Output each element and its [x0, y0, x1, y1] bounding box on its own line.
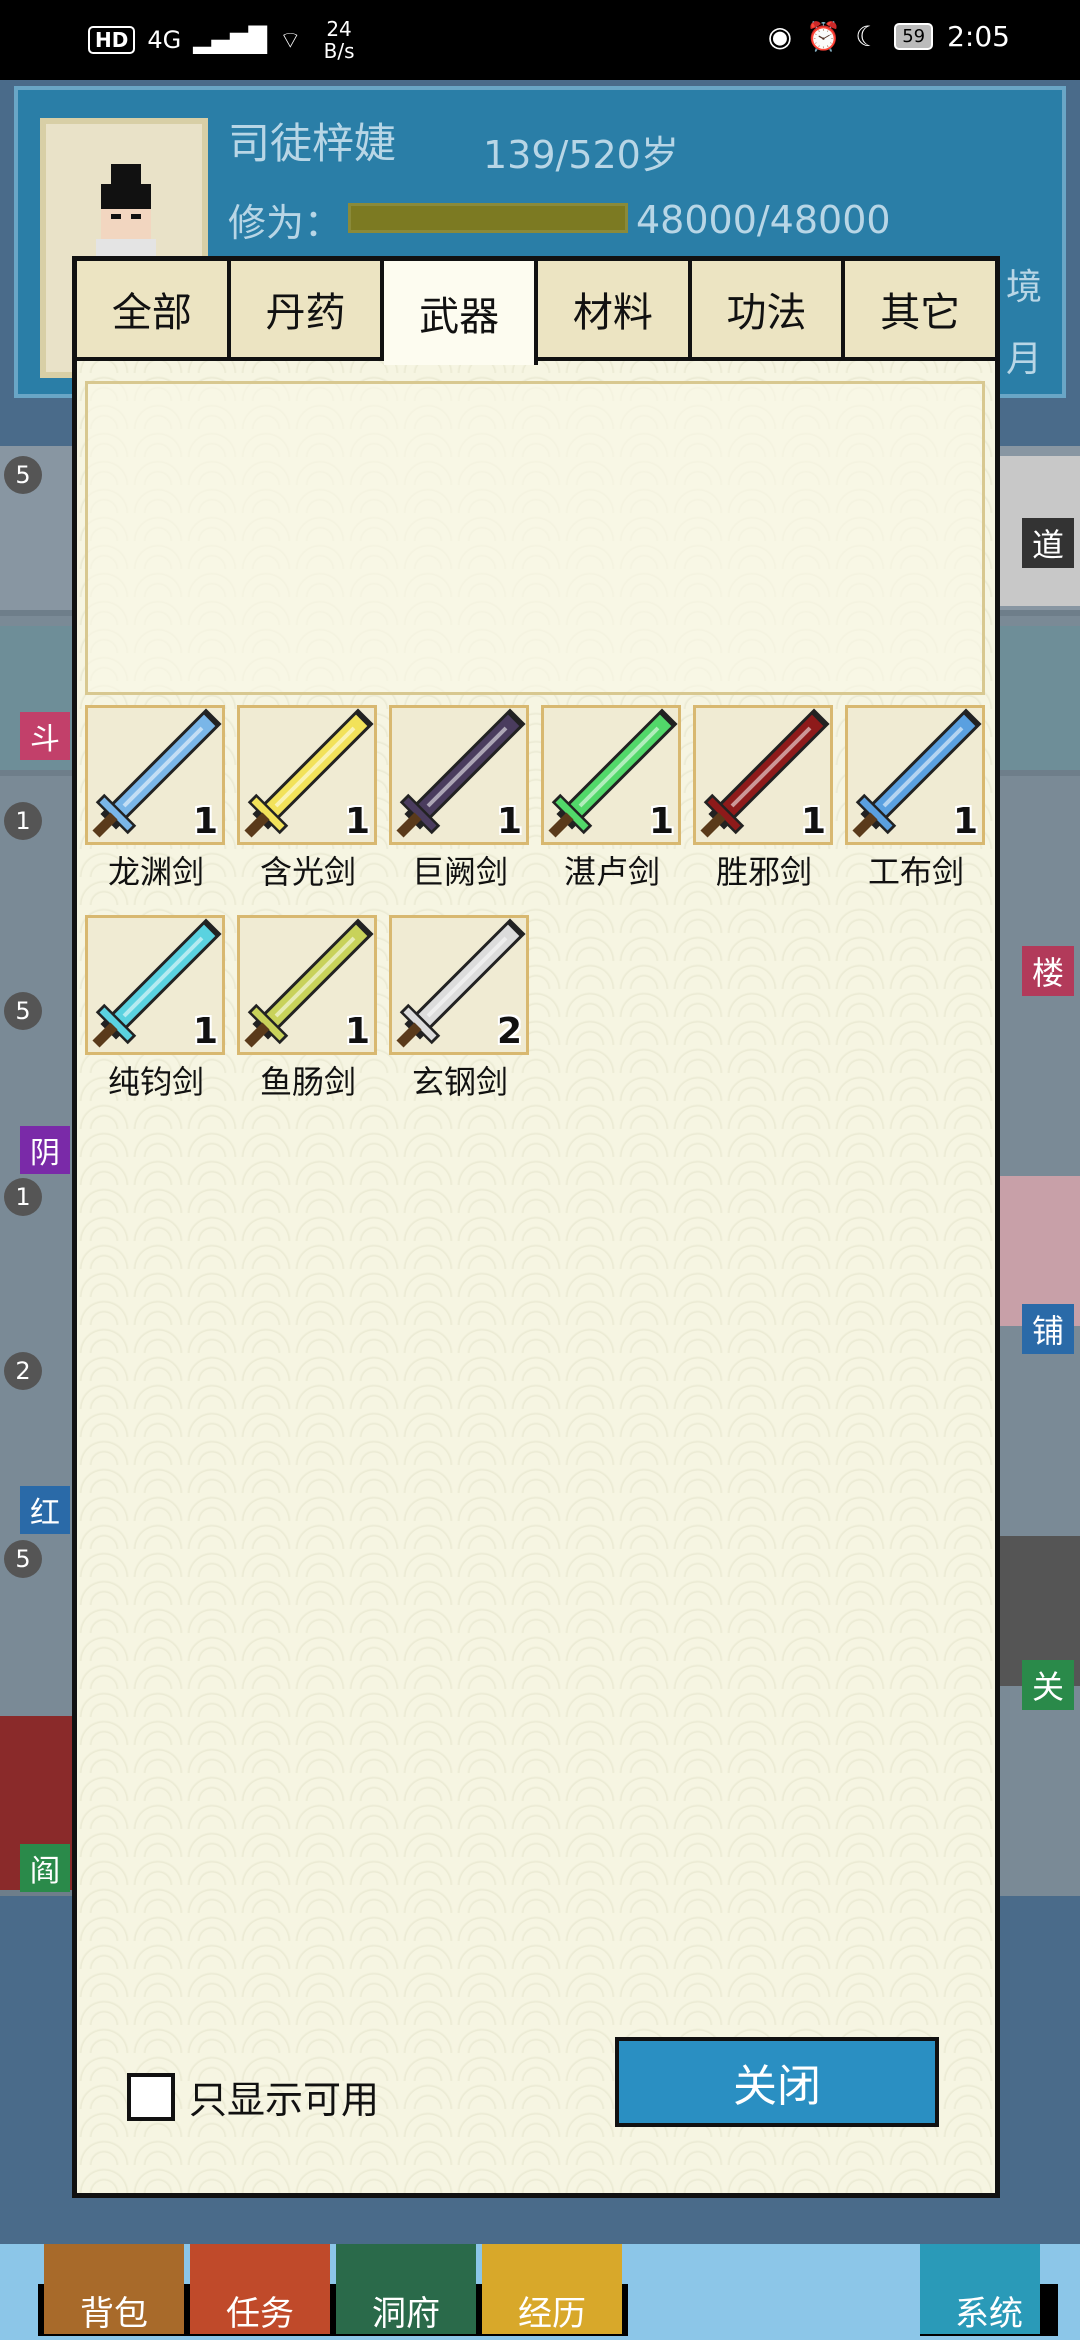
speed-unit: B/s	[323, 39, 355, 63]
item-count: 1	[344, 801, 370, 842]
item-slot: 1	[541, 705, 681, 845]
show-usable-filter[interactable]: 只显示可用	[127, 2069, 379, 2124]
inventory-item[interactable]: 2 玄钢剑	[389, 915, 531, 1111]
inventory-item[interactable]: 1 湛卢剑	[541, 705, 683, 901]
location-tag: 阎	[20, 1844, 70, 1892]
clock: 2:05	[947, 20, 1010, 53]
inventory-item[interactable]: 1 胜邪剑	[693, 705, 835, 901]
tab-all[interactable]: 全部	[77, 261, 231, 361]
nav-bag-button[interactable]: 背包	[38, 2244, 190, 2336]
item-slot: 1	[85, 705, 225, 845]
bottom-nav: 背包 任务 洞府 经历 系统	[0, 2244, 1080, 2340]
count-badge: 1	[4, 1178, 42, 1216]
item-name: 工布剑	[867, 853, 964, 891]
nav-cave-button[interactable]: 洞府	[330, 2244, 482, 2336]
item-name: 湛卢剑	[563, 853, 660, 891]
item-name: 胜邪剑	[715, 853, 812, 891]
location-tag: 阴	[20, 1126, 70, 1174]
item-slot: 1	[389, 705, 529, 845]
inventory-item[interactable]: 1 龙渊剑	[85, 705, 227, 901]
show-usable-label: 只显示可用	[189, 2078, 380, 2122]
count-badge: 5	[4, 1540, 42, 1578]
item-count: 1	[192, 1011, 218, 1052]
cultivation-label: 修为：	[228, 201, 343, 245]
network-speed: 24 B/s	[324, 18, 355, 62]
item-name: 巨阙剑	[411, 853, 508, 891]
item-count: 1	[496, 801, 522, 842]
location-tag: 红	[20, 1486, 70, 1534]
list-item: 阎	[0, 1716, 80, 1896]
location-tag: 道	[1021, 518, 1074, 568]
inventory-dialog: 全部 丹药 武器 材料 功法 其它 1 龙渊剑 1 含光剑 1 巨阙剑 1 湛卢剑 1 胜邪剑 1 工…	[72, 256, 1000, 2198]
nav-label: 经历	[518, 2293, 586, 2334]
signal-icon: ▂▄▆█	[193, 26, 268, 54]
character-age: 139/520岁	[483, 133, 679, 177]
item-count: 1	[344, 1011, 370, 1052]
status-bar: HD 4G ▂▄▆█ ⌔ 24 B/s ◉ ⏰ ☾ 59 2:05	[0, 0, 1080, 80]
nav-label: 任务	[226, 2293, 294, 2334]
item-slot: 1	[85, 915, 225, 1055]
inventory-item[interactable]: 1 纯钧剑	[85, 915, 227, 1111]
inventory-item[interactable]: 1 工布剑	[845, 705, 987, 901]
battery-icon: 59	[894, 23, 934, 50]
tab-other[interactable]: 其它	[845, 261, 996, 361]
item-name: 龙渊剑	[107, 853, 204, 891]
item-count: 1	[800, 801, 826, 842]
item-name: 含光剑	[259, 853, 356, 891]
alarm-icon: ⏰	[806, 20, 842, 53]
item-name: 玄钢剑	[411, 1063, 508, 1101]
tab-materials[interactable]: 材料	[538, 261, 692, 361]
count-badge: 5	[4, 992, 42, 1030]
close-button[interactable]: 关闭	[615, 2037, 939, 2127]
location-tag: 铺	[1021, 1304, 1074, 1354]
nav-label: 系统	[955, 2293, 1023, 2334]
status-left: HD 4G ▂▄▆█ ⌔ 24 B/s	[88, 18, 355, 62]
nav-quest-button[interactable]: 任务	[184, 2244, 336, 2336]
tab-pills[interactable]: 丹药	[230, 261, 385, 361]
tab-weapons[interactable]: 武器	[384, 261, 539, 365]
profile-side-text-1: 境	[1005, 267, 1042, 308]
item-count: 1	[952, 801, 978, 842]
count-badge: 1	[4, 802, 42, 840]
inventory-item[interactable]: 1 含光剑	[237, 705, 379, 901]
item-name: 鱼肠剑	[259, 1063, 356, 1101]
location-tag: 楼	[1021, 946, 1074, 996]
wifi-icon: ⌔	[279, 26, 302, 54]
cultivation-progress-bar	[348, 203, 628, 233]
character-name: 司徒梓婕	[228, 119, 397, 168]
item-slot: 1	[237, 915, 377, 1055]
count-badge: 2	[4, 1352, 42, 1390]
show-usable-checkbox[interactable]	[127, 2072, 175, 2121]
item-slot: 2	[389, 915, 529, 1055]
profile-side-text-2: 月	[1005, 339, 1042, 380]
nav-label: 洞府	[372, 2293, 440, 2334]
inventory-tabs: 全部 丹药 武器 材料 功法 其它	[77, 261, 996, 365]
item-slot: 1	[845, 705, 985, 845]
tab-techniques[interactable]: 功法	[691, 261, 846, 361]
item-description-box	[85, 381, 985, 695]
network-type: 4G	[147, 26, 182, 54]
count-badge: 5	[4, 456, 42, 494]
location-tag: 关	[1021, 1660, 1074, 1710]
item-slot: 1	[237, 705, 377, 845]
cultivation-value: 48000/48000	[636, 198, 891, 242]
item-slot: 1	[693, 705, 833, 845]
item-count: 1	[192, 801, 218, 842]
status-right: ◉ ⏰ ☾ 59 2:05	[768, 20, 1010, 53]
nav-system-button[interactable]: 系统	[920, 2244, 1058, 2336]
speed-value: 24	[326, 17, 352, 41]
inventory-item[interactable]: 1 鱼肠剑	[237, 915, 379, 1111]
nav-label: 背包	[80, 2293, 148, 2334]
location-tag: 斗	[20, 712, 70, 760]
cultivation-progress-fill	[351, 206, 625, 230]
moon-icon: ☾	[855, 20, 881, 53]
hd-icon: HD	[88, 26, 136, 54]
eye-icon: ◉	[767, 20, 793, 53]
item-count: 1	[648, 801, 674, 842]
item-count: 2	[496, 1011, 522, 1052]
inventory-item[interactable]: 1 巨阙剑	[389, 705, 531, 901]
item-name: 纯钧剑	[107, 1063, 204, 1101]
nav-history-button[interactable]: 经历	[476, 2244, 628, 2336]
